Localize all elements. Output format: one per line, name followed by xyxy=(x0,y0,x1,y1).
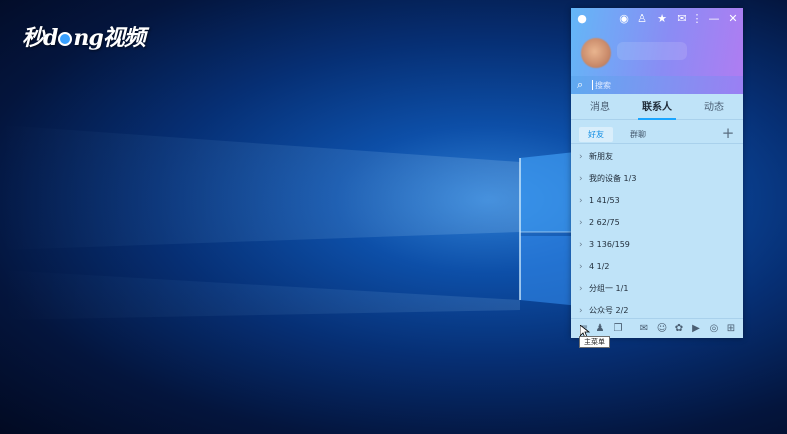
search-bar: ⌕ xyxy=(571,76,743,94)
profile-info xyxy=(617,42,687,60)
search-input[interactable] xyxy=(595,78,735,92)
contact-group-list: › 新朋友 › 我的设备 1/3 › 1 41/53 › 2 62/75 › 3 136/… xyxy=(571,146,743,322)
add-icon[interactable]: + xyxy=(721,124,735,142)
tooltip: 主菜单 xyxy=(579,336,610,348)
mail-icon[interactable]: ✉ xyxy=(637,322,651,336)
chevron-right-icon: › xyxy=(579,240,583,250)
bottom-toolbar: ≡ ♟ ❐ ✉ ☺ ✿ ▶ ◎ ⊞ xyxy=(571,318,743,338)
tab-moments[interactable]: 动态 xyxy=(697,100,731,118)
chevron-right-icon: › xyxy=(579,306,583,316)
group-label: 2 62/75 xyxy=(589,218,620,227)
titlebar: ● ◉ ♙ ★ ✉ ⋮ — ✕ xyxy=(571,8,743,30)
group-label: 新朋友 xyxy=(589,152,613,161)
qq-header: ● ◉ ♙ ★ ✉ ⋮ — ✕ ⌕ xyxy=(571,8,743,94)
chevron-right-icon: › xyxy=(579,218,583,228)
group-label: 公众号 2/2 xyxy=(589,306,629,315)
settings-icon[interactable]: ✿ xyxy=(672,322,686,336)
subtab-groups[interactable]: 群聊 xyxy=(621,127,655,142)
star-badge-icon[interactable]: ★ xyxy=(655,12,669,26)
shirt-icon[interactable]: ♙ xyxy=(635,12,649,26)
group-label: 分组一 1/1 xyxy=(589,284,629,293)
bell-icon[interactable]: ◉ xyxy=(617,12,631,26)
list-item[interactable]: › 我的设备 1/3 xyxy=(571,168,743,190)
search-icon: ⌕ xyxy=(577,78,584,91)
chevron-right-icon: › xyxy=(579,152,583,162)
text-cursor xyxy=(592,80,593,90)
list-item[interactable]: › 2 62/75 xyxy=(571,212,743,234)
qq-penguin-icon[interactable]: ● xyxy=(575,12,589,26)
group-label: 4 1/2 xyxy=(589,262,610,271)
chevron-right-icon: › xyxy=(579,196,583,206)
contact-subtabs: 好友 群聊 + xyxy=(571,124,743,144)
chevron-right-icon: › xyxy=(579,174,583,184)
tab-messages[interactable]: 消息 xyxy=(583,100,617,118)
video-icon[interactable]: ▶ xyxy=(689,322,703,336)
list-item[interactable]: › 3 136/159 xyxy=(571,234,743,256)
watermark-logo: 秒d ng视频 xyxy=(22,25,146,51)
grid-icon[interactable]: ⊞ xyxy=(724,322,738,336)
group-label: 1 41/53 xyxy=(589,196,620,205)
add-contact-icon[interactable]: ♟ xyxy=(593,322,607,336)
music-icon[interactable]: ◎ xyxy=(707,322,721,336)
more-icon[interactable]: ⋮ xyxy=(690,12,704,26)
group-label: 我的设备 1/3 xyxy=(589,174,637,183)
group-label: 3 136/159 xyxy=(589,240,630,249)
chevron-right-icon: › xyxy=(579,284,583,294)
user-group-icon[interactable]: ☺ xyxy=(655,322,669,336)
minimize-icon[interactable]: — xyxy=(707,12,721,26)
close-icon[interactable]: ✕ xyxy=(726,12,740,26)
subtab-friends[interactable]: 好友 xyxy=(579,127,613,142)
mail-icon[interactable]: ✉ xyxy=(675,12,689,26)
apps-icon[interactable]: ❐ xyxy=(611,322,625,336)
list-item[interactable]: › 新朋友 xyxy=(571,146,743,168)
qq-panel: ● ◉ ♙ ★ ✉ ⋮ — ✕ ⌕ 消息 联系人 动态 好友 群聊 + › 新朋友… xyxy=(571,8,743,338)
tab-contacts[interactable]: 联系人 xyxy=(634,100,680,120)
main-tabs: 消息 联系人 动态 xyxy=(571,96,743,120)
avatar[interactable] xyxy=(581,38,611,68)
list-item[interactable]: › 分组一 1/1 xyxy=(571,278,743,300)
list-item[interactable]: › 1 41/53 xyxy=(571,190,743,212)
list-item[interactable]: › 4 1/2 xyxy=(571,256,743,278)
chevron-right-icon: › xyxy=(579,262,583,272)
